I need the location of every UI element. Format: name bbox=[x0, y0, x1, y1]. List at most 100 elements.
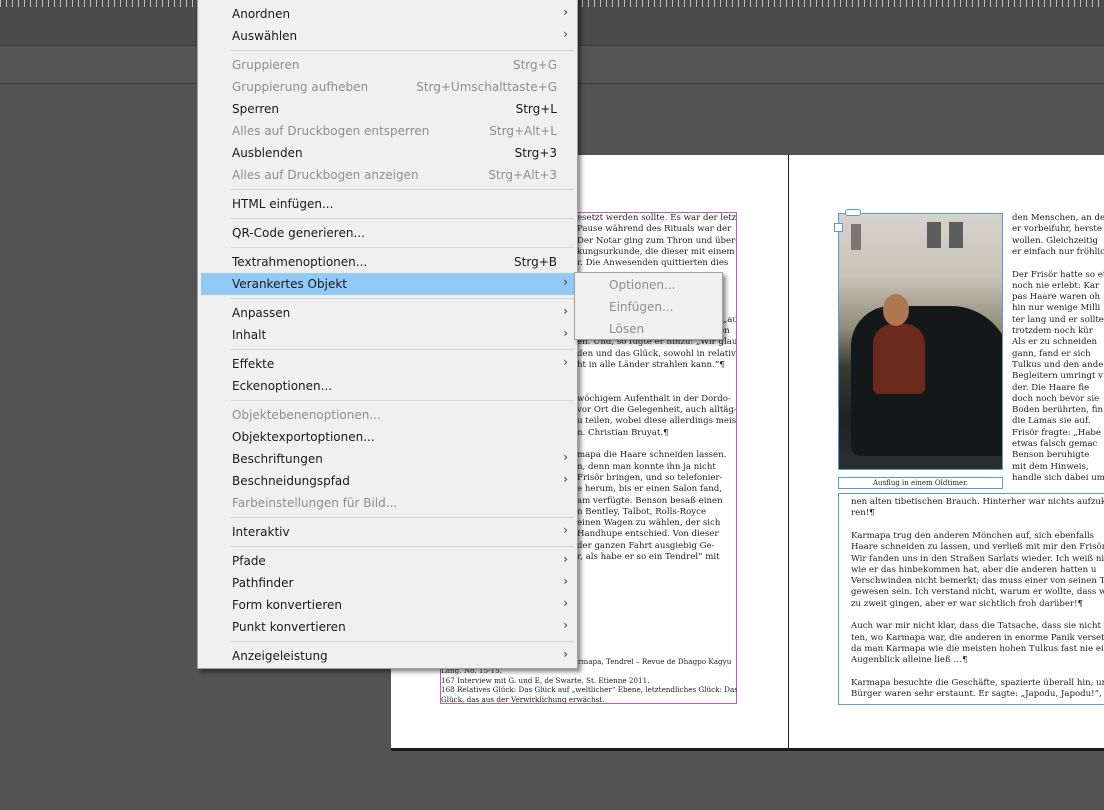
text-line: n. Christian Bruyat.¶ bbox=[577, 427, 669, 438]
chevron-right-icon: › bbox=[563, 27, 568, 41]
chain-link-icon[interactable] bbox=[845, 209, 861, 216]
menu-item-shortcut: Strg+3 bbox=[514, 146, 557, 160]
menu-item-label: Pfade bbox=[232, 554, 266, 568]
anchor-marker-icon[interactable] bbox=[834, 223, 843, 232]
text-line: Frisör fragte: „Habe bbox=[1012, 427, 1101, 438]
menu-item-shortcut: Strg+Alt+L bbox=[489, 124, 557, 138]
text-line: Verschwinden nicht bemerkt; das muss ein… bbox=[851, 576, 1104, 587]
menu-item-inhalt[interactable]: Inhalt › bbox=[201, 324, 574, 346]
menu-separator bbox=[231, 517, 574, 518]
chevron-right-icon: › bbox=[563, 275, 568, 289]
text-line: 167 Interview mit G. und E. de Swarte, S… bbox=[441, 675, 650, 685]
text-line: den und das Glück, sowohl in relativer bbox=[577, 348, 737, 359]
menu-item-pathfinder[interactable]: Pathfinder › bbox=[201, 572, 574, 594]
spread-spine bbox=[788, 155, 789, 750]
submenu-item-label: Lösen bbox=[609, 322, 645, 336]
menu-item-pfade[interactable]: Pfade › bbox=[201, 550, 574, 572]
menu-separator bbox=[231, 546, 574, 547]
text-line: am verfügte. Benson besaß einen bbox=[577, 495, 723, 506]
chevron-right-icon: › bbox=[563, 596, 568, 610]
menu-item-label: Alles auf Druckbogen anzeigen bbox=[232, 168, 419, 182]
menu-item-anzeigeleistung[interactable]: Anzeigeleistung › bbox=[201, 645, 574, 667]
menu-item-label: Pathfinder bbox=[232, 576, 294, 590]
text-line: Pause während des Rituals war der bbox=[577, 224, 732, 235]
menu-item-textrahmenoptionen[interactable]: Textrahmenoptionen... Strg+B bbox=[201, 251, 574, 273]
submenu-item-label: Einfügen... bbox=[609, 300, 674, 314]
photo-caption: Ausflug in einem Oldtimer. bbox=[838, 477, 1003, 489]
text-line: wie er das hinbekommen hat, aber die and… bbox=[851, 564, 1097, 575]
menu-item-alles-auf-druckbogen-entsperren: Alles auf Druckbogen entsperren Strg+Alt+… bbox=[201, 120, 574, 142]
menu-item-label: Verankertes Objekt bbox=[232, 277, 347, 291]
menu-item-auswahlen[interactable]: Auswählen › bbox=[201, 25, 574, 47]
chevron-right-icon: › bbox=[563, 574, 568, 588]
text-line: er vorbeifuhr, herste bbox=[1012, 224, 1102, 235]
text-line: Der Notar ging zum Thron und über- bbox=[577, 235, 737, 246]
text-line: gewesen sein. Ich verstand nicht, warum … bbox=[851, 587, 1104, 598]
menu-item-label: Gruppierung aufheben bbox=[232, 80, 369, 94]
menu-item-gruppieren: Gruppieren Strg+G bbox=[201, 54, 574, 76]
menu-item-label: Beschneidungspfad bbox=[232, 474, 350, 488]
menu-item-ausblenden[interactable]: Ausblenden Strg+3 bbox=[201, 142, 574, 164]
text-line: Bürger waren sehr erstaunt. Er sagte: „J… bbox=[851, 689, 1104, 700]
menu-item-beschneidungspfad[interactable]: Beschneidungspfad › bbox=[201, 470, 574, 492]
text-line: Auch war mir nicht klar, dass die Tatsac… bbox=[851, 621, 1104, 632]
menu-item-label: Gruppieren bbox=[232, 58, 300, 72]
menu-separator bbox=[231, 400, 574, 401]
chevron-right-icon: › bbox=[563, 326, 568, 340]
text-line: ren!¶ bbox=[851, 508, 875, 519]
menu-item-eckenoptionen[interactable]: Eckenoptionen... bbox=[201, 375, 574, 397]
submenu-item-optionen: Optionen... bbox=[578, 274, 718, 296]
text-line: der ganzen Fahrt ausgiebig Ge- bbox=[577, 540, 715, 551]
menu-item-label: Farbeinstellungen für Bild... bbox=[232, 496, 398, 510]
menu-item-alles-auf-druckbogen-anzeigen: Alles auf Druckbogen anzeigen Strg+Alt+3 bbox=[201, 164, 574, 186]
text-line: etwas falsch gemac bbox=[1012, 439, 1098, 449]
menu-item-label: Beschriftungen bbox=[232, 452, 323, 466]
chevron-right-icon: › bbox=[563, 304, 568, 318]
text-line: wollen. Gleichzeitig bbox=[1012, 235, 1098, 246]
menu-item-sperren[interactable]: Sperren Strg+L bbox=[201, 98, 574, 120]
menu-item-shortcut: Strg+Alt+3 bbox=[488, 168, 557, 182]
text-line: Haare schneiden zu lassen, und verließ m… bbox=[851, 542, 1104, 553]
text-line: mapa die Haare schneiden lassen. bbox=[577, 450, 727, 461]
text-frame-right-upper[interactable]: den Menschen, an de er vorbeifuhr, herste… bbox=[1003, 210, 1104, 500]
menu-separator bbox=[231, 641, 574, 642]
menu-item-label: Anpassen bbox=[232, 306, 291, 320]
page-shadow bbox=[391, 748, 1104, 751]
photo-monk bbox=[873, 324, 925, 394]
text-line: kungsurkunde, die dieser mit einem bbox=[577, 246, 735, 257]
text-line: Begleitern umringt v bbox=[1012, 371, 1104, 382]
menu-item-shortcut: Strg+B bbox=[514, 255, 557, 269]
menu-item-punkt-konvertieren[interactable]: Punkt konvertieren › bbox=[201, 616, 574, 638]
menu-item-effekte[interactable]: Effekte › bbox=[201, 353, 574, 375]
text-line: ht in alle Länder strahlen kann.“¶ bbox=[577, 359, 725, 370]
chevron-right-icon: › bbox=[563, 647, 568, 661]
text-line: Boden berührten, fin bbox=[1012, 405, 1104, 416]
text-line: einen Wagen zu wählen, der sich bbox=[577, 518, 721, 529]
menu-item-label: Inhalt bbox=[232, 328, 267, 342]
menu-item-qr-code-generieren[interactable]: QR-Code generieren... bbox=[201, 222, 574, 244]
menu-item-beschriftungen[interactable]: Beschriftungen › bbox=[201, 448, 574, 470]
menu-item-label: Sperren bbox=[232, 102, 279, 116]
menu-item-gruppierung-aufheben: Gruppierung aufheben Strg+Umschalttaste+G bbox=[201, 76, 574, 98]
menu-item-objektexportoptionen[interactable]: Objektexportoptionen... bbox=[201, 426, 574, 448]
menu-separator bbox=[231, 298, 574, 299]
menu-item-form-konvertieren[interactable]: Form konvertieren › bbox=[201, 594, 574, 616]
text-line: r. Die Anwesenden quittierten dies bbox=[577, 258, 729, 269]
text-frame-right[interactable]: nen alten tibetischen Brauch. Hinterher … bbox=[838, 493, 1104, 705]
photo-vintage-car[interactable] bbox=[838, 213, 1003, 470]
menu-item-shortcut: Strg+Umschalttaste+G bbox=[416, 80, 557, 94]
chevron-right-icon: › bbox=[563, 355, 568, 369]
menu-item-html-einfugen[interactable]: HTML einfügen... bbox=[201, 193, 574, 215]
text-line: Der Frisör hatte so et bbox=[1012, 269, 1104, 280]
photo-window bbox=[851, 224, 861, 250]
chevron-right-icon: › bbox=[563, 618, 568, 632]
text-line: hin nur wenige Milli bbox=[1012, 303, 1101, 314]
menu-item-anpassen[interactable]: Anpassen › bbox=[201, 302, 574, 324]
submenu-item-einfugen: Einfügen... bbox=[578, 296, 718, 318]
text-line: Glück, das aus der Verwirklichung erwäch… bbox=[441, 694, 605, 704]
menu-item-interaktiv[interactable]: Interaktiv › bbox=[201, 521, 574, 543]
menu-item-anordnen[interactable]: Anordnen › bbox=[201, 3, 574, 25]
chevron-right-icon: › bbox=[563, 552, 568, 566]
menu-item-verankertes-objekt[interactable]: Verankertes Objekt › bbox=[201, 273, 574, 295]
text-line: esetzt werden sollte. Es war der letz- bbox=[577, 213, 737, 223]
